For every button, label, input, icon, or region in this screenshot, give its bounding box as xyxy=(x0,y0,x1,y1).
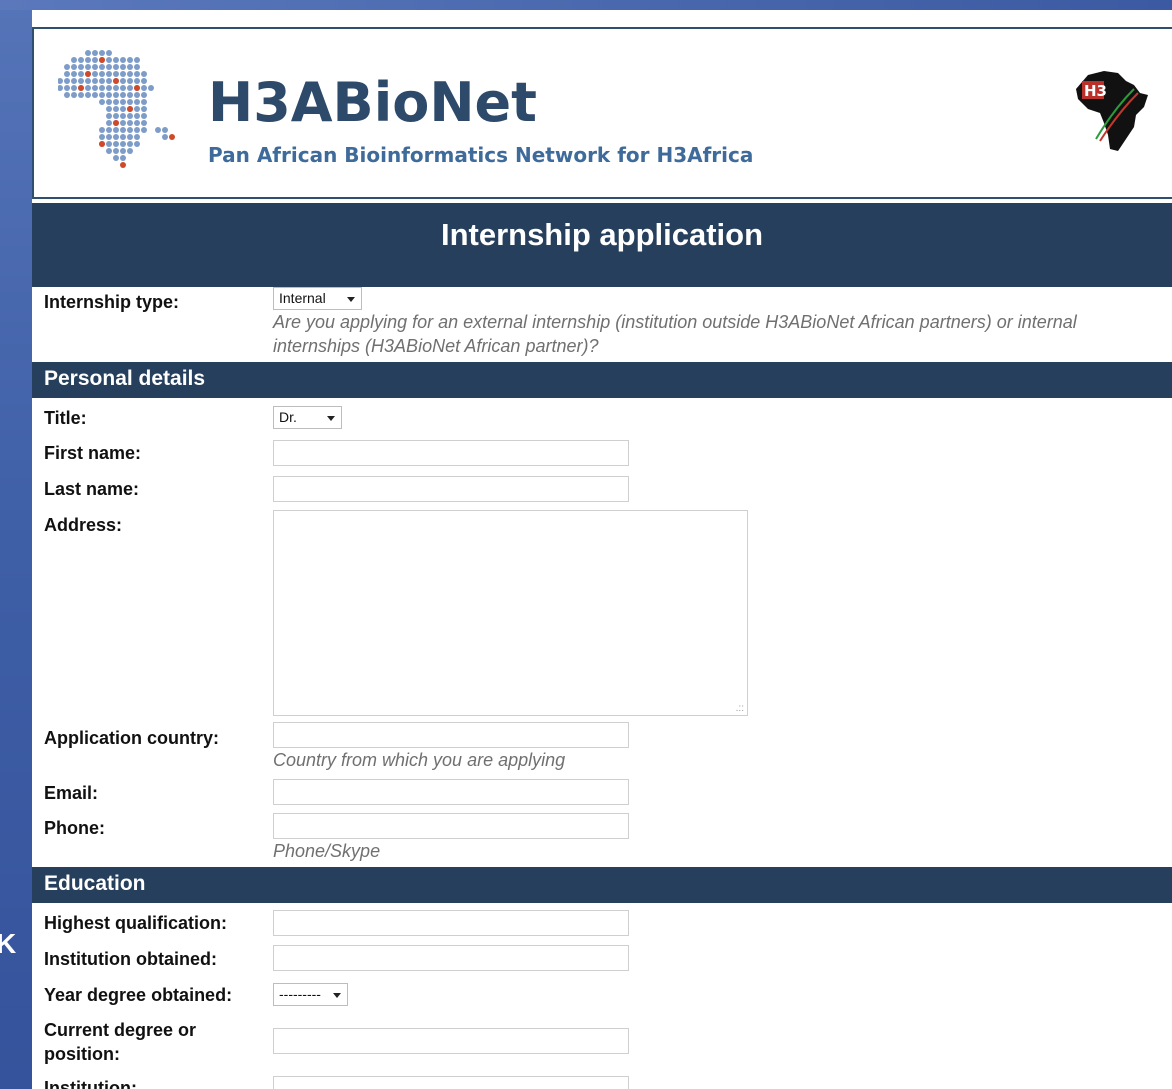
form-page: H3ABioNet Pan African Bioinformatics Net… xyxy=(32,10,1172,1089)
institution-obtained-label: Institution obtained: xyxy=(44,949,217,969)
current-degree-label-line2: position: xyxy=(44,1044,120,1064)
page-title-bar: Internship application xyxy=(32,203,1172,287)
brand-title: H3ABioNet xyxy=(208,71,537,134)
section-personal-details: Personal details xyxy=(32,362,1172,398)
chevron-down-icon xyxy=(333,993,341,998)
year-degree-select[interactable]: --------- xyxy=(273,983,348,1006)
last-name-input[interactable] xyxy=(273,476,629,502)
desktop-background-top xyxy=(0,0,1172,10)
application-country-label: Application country: xyxy=(44,728,219,748)
africa-logo-text: H3 xyxy=(1084,82,1107,100)
page-title: Internship application xyxy=(440,217,764,252)
first-name-label: First name: xyxy=(44,443,142,463)
email-input[interactable] xyxy=(273,779,629,805)
institution-obtained-input[interactable] xyxy=(273,945,629,971)
h3abionet-dots-logo-icon xyxy=(58,50,175,168)
institution-label: Institution: xyxy=(44,1078,137,1089)
year-degree-label: Year degree obtained: xyxy=(44,985,233,1005)
first-name-input[interactable] xyxy=(273,440,629,466)
header-banner: H3ABioNet Pan African Bioinformatics Net… xyxy=(32,27,1172,199)
year-degree-value: --------- xyxy=(279,986,321,1002)
email-label: Email: xyxy=(44,783,99,803)
title-label: Title: xyxy=(44,408,87,428)
resize-grip-icon[interactable]: .:: xyxy=(736,704,744,714)
current-degree-label-line1: Current degree or xyxy=(44,1020,197,1040)
internship-type-help: Are you applying for an external interns… xyxy=(273,312,1077,356)
address-textarea[interactable]: .:: xyxy=(273,510,748,716)
internship-type-label: Internship type: xyxy=(44,292,180,312)
chevron-down-icon xyxy=(347,297,355,302)
side-glyph: K xyxy=(0,928,17,959)
internship-type-select[interactable]: Internal xyxy=(273,287,362,310)
highest-qualification-label: Highest qualification: xyxy=(44,913,228,933)
title-select[interactable]: Dr. xyxy=(273,406,342,429)
application-country-input[interactable] xyxy=(273,722,629,748)
phone-label: Phone: xyxy=(44,818,105,838)
internship-type-value: Internal xyxy=(279,290,326,306)
phone-help: Phone/Skype xyxy=(273,841,381,861)
section-education: Education xyxy=(32,867,1172,903)
institution-input[interactable] xyxy=(273,1076,629,1089)
brand-subtitle: Pan African Bioinformatics Network for H… xyxy=(208,143,754,167)
current-degree-input[interactable] xyxy=(273,1028,629,1054)
chevron-down-icon xyxy=(327,416,335,421)
africa-map-logo-icon: H3 xyxy=(1076,71,1148,151)
highest-qualification-input[interactable] xyxy=(273,910,629,936)
last-name-label: Last name: xyxy=(44,479,140,499)
address-label: Address: xyxy=(44,515,123,535)
title-value: Dr. xyxy=(279,409,297,425)
application-country-help: Country from which you are applying xyxy=(273,750,566,770)
desktop-background-left xyxy=(0,0,32,1089)
phone-input[interactable] xyxy=(273,813,629,839)
